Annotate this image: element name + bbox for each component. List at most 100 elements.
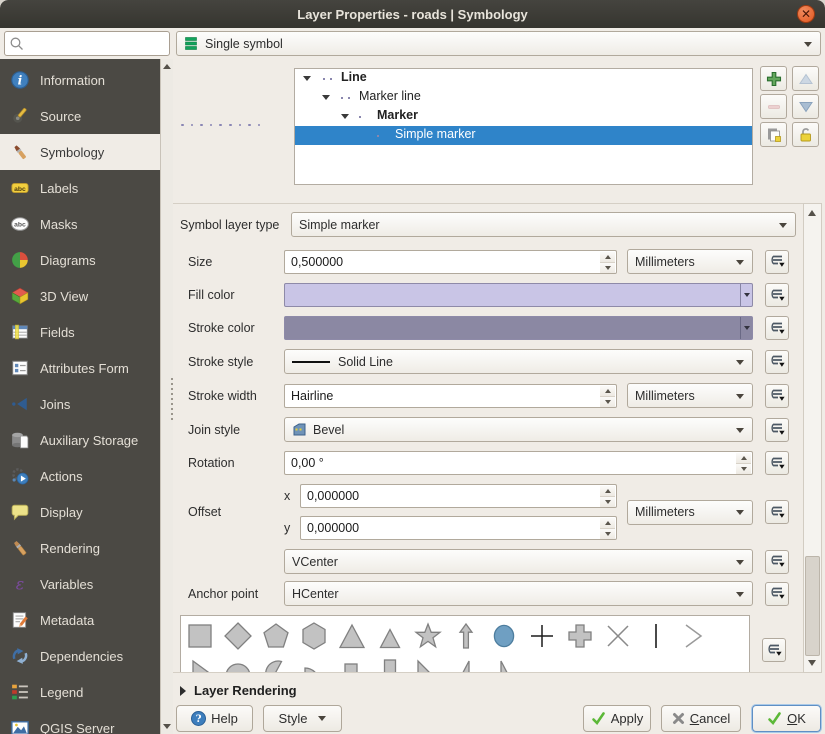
params-scrollbar[interactable] — [803, 203, 822, 673]
expand-arrow-icon[interactable] — [303, 76, 311, 81]
move-up-button[interactable] — [792, 66, 819, 91]
stroke-width-input[interactable]: Hairline — [284, 384, 617, 408]
sidebar-item-actions[interactable]: Actions — [0, 458, 160, 494]
shape-quarter-circle[interactable] — [295, 654, 333, 673]
shape-half-square[interactable] — [371, 654, 409, 673]
anchor-horizontal-override-button[interactable] — [765, 582, 789, 606]
sidebar-item-fields[interactable]: Fields — [0, 314, 160, 350]
offset-override-button[interactable] — [765, 500, 789, 524]
sidebar-item-metadata[interactable]: Metadata — [0, 602, 160, 638]
size-override-button[interactable] — [765, 250, 789, 274]
sidebar-item-symbology[interactable]: Symbology — [0, 134, 160, 170]
spin-up-icon[interactable] — [736, 453, 751, 464]
spin-down-icon[interactable] — [600, 497, 615, 507]
offset-unit-combo[interactable]: Millimeters — [627, 500, 753, 525]
spin-down-icon[interactable] — [600, 263, 615, 273]
sidebar-item-diagrams[interactable]: Diagrams — [0, 242, 160, 278]
shape-third-circle[interactable] — [257, 654, 295, 673]
offset-x-input[interactable]: 0,000000 — [300, 484, 617, 508]
rotation-input[interactable]: 0,00 ° — [284, 451, 753, 475]
search-box[interactable] — [4, 31, 170, 56]
stroke-style-override-button[interactable] — [765, 350, 789, 374]
fill-color-override-button[interactable] — [765, 283, 789, 307]
scroll-down-icon[interactable] — [163, 724, 171, 729]
tree-item-line[interactable]: Line — [295, 69, 752, 88]
shape-cross2[interactable] — [599, 618, 637, 654]
sidebar-item-source[interactable]: Source — [0, 98, 160, 134]
remove-symbol-layer-button[interactable] — [760, 94, 787, 119]
spin-down-icon[interactable] — [600, 529, 615, 539]
join-style-combo[interactable]: Bevel — [284, 417, 753, 442]
layer-rendering-section[interactable]: Layer Rendering — [180, 683, 297, 698]
spin-up-icon[interactable] — [600, 486, 615, 497]
sidebar-item-qgis-server[interactable]: QGIS Server — [0, 710, 160, 734]
fill-color-swatch[interactable] — [284, 283, 753, 307]
shape-quarter-square[interactable] — [333, 654, 371, 673]
tree-item-marker[interactable]: Marker — [295, 107, 752, 126]
duplicate-symbol-layer-button[interactable] — [760, 122, 787, 147]
stroke-color-override-button[interactable] — [765, 316, 789, 340]
scroll-up-icon[interactable] — [163, 64, 171, 69]
shape-arrowhead[interactable] — [675, 618, 713, 654]
shape-equilateral-triangle[interactable] — [371, 618, 409, 654]
shape-line[interactable] — [637, 618, 675, 654]
size-input[interactable]: 0,500000 — [284, 250, 617, 274]
shape-star[interactable] — [409, 618, 447, 654]
shape-hexagon[interactable] — [295, 618, 333, 654]
stroke-width-unit-combo[interactable]: Millimeters — [627, 383, 753, 408]
scrollbar-thumb[interactable] — [805, 556, 820, 656]
shape-arrow[interactable] — [447, 618, 485, 654]
move-down-button[interactable] — [792, 94, 819, 119]
shape-filled-arrowhead[interactable] — [181, 654, 219, 673]
shape-pentagon[interactable] — [257, 618, 295, 654]
close-icon[interactable]: ✕ — [797, 5, 815, 23]
sidebar-item-attributes-form[interactable]: Attributes Form — [0, 350, 160, 386]
expand-arrow-icon[interactable] — [322, 95, 330, 100]
style-button[interactable]: Style — [263, 705, 342, 732]
shape-diagonal-half-square[interactable] — [409, 654, 447, 673]
expand-arrow-icon[interactable] — [341, 114, 349, 119]
spin-up-icon[interactable] — [600, 518, 615, 529]
ok-button[interactable]: OK — [752, 705, 821, 732]
scroll-up-icon[interactable] — [808, 210, 816, 216]
offset-y-input[interactable]: 0,000000 — [300, 516, 617, 540]
lock-color-button[interactable] — [792, 122, 819, 147]
tree-item-simple-marker[interactable]: Simple marker — [295, 126, 752, 145]
shape-cross[interactable] — [523, 618, 561, 654]
symbol-layer-type-combo[interactable]: Simple marker — [291, 212, 796, 237]
sidebar-item-3d-view[interactable]: 3D View — [0, 278, 160, 314]
shape-circle-selected[interactable] — [485, 618, 523, 654]
join-style-override-button[interactable] — [765, 418, 789, 442]
sidebar-item-rendering[interactable]: Rendering — [0, 530, 160, 566]
add-symbol-layer-button[interactable] — [760, 66, 787, 91]
scroll-down-icon[interactable] — [808, 660, 816, 666]
spin-up-icon[interactable] — [600, 252, 615, 263]
help-button[interactable]: ? Help — [176, 705, 253, 732]
tree-item-marker-line[interactable]: Marker line — [295, 88, 752, 107]
stroke-style-combo[interactable]: Solid Line — [284, 349, 753, 374]
shape-right-half-triangle[interactable] — [447, 654, 485, 673]
anchor-vertical-override-button[interactable] — [765, 550, 789, 574]
sidebar-item-information[interactable]: iInformation — [0, 62, 160, 98]
sidebar-item-auxiliary-storage[interactable]: Auxiliary Storage — [0, 422, 160, 458]
sidebar-item-joins[interactable]: Joins — [0, 386, 160, 422]
anchor-horizontal-combo[interactable]: HCenter — [284, 581, 753, 606]
cancel-button[interactable]: Cancel — [661, 705, 741, 732]
size-unit-combo[interactable]: Millimeters — [627, 249, 753, 274]
shape-diamond[interactable] — [219, 618, 257, 654]
sidebar-item-display[interactable]: Display — [0, 494, 160, 530]
search-input[interactable] — [25, 37, 155, 51]
shape-left-half-triangle[interactable] — [485, 654, 523, 673]
apply-button[interactable]: Apply — [583, 705, 651, 732]
sidebar-item-dependencies[interactable]: Dependencies — [0, 638, 160, 674]
renderer-combo[interactable]: Single symbol — [176, 31, 821, 56]
sidebar-item-masks[interactable]: abcMasks — [0, 206, 160, 242]
sidebar-item-labels[interactable]: abcLabels — [0, 170, 160, 206]
shape-override-button[interactable] — [762, 638, 786, 662]
spin-down-icon[interactable] — [600, 397, 615, 407]
sidebar-item-variables[interactable]: εVariables — [0, 566, 160, 602]
anchor-vertical-combo[interactable]: VCenter — [284, 549, 753, 574]
stroke-color-swatch[interactable] — [284, 316, 753, 340]
shape-cross-fill[interactable] — [561, 618, 599, 654]
spin-down-icon[interactable] — [736, 464, 751, 474]
